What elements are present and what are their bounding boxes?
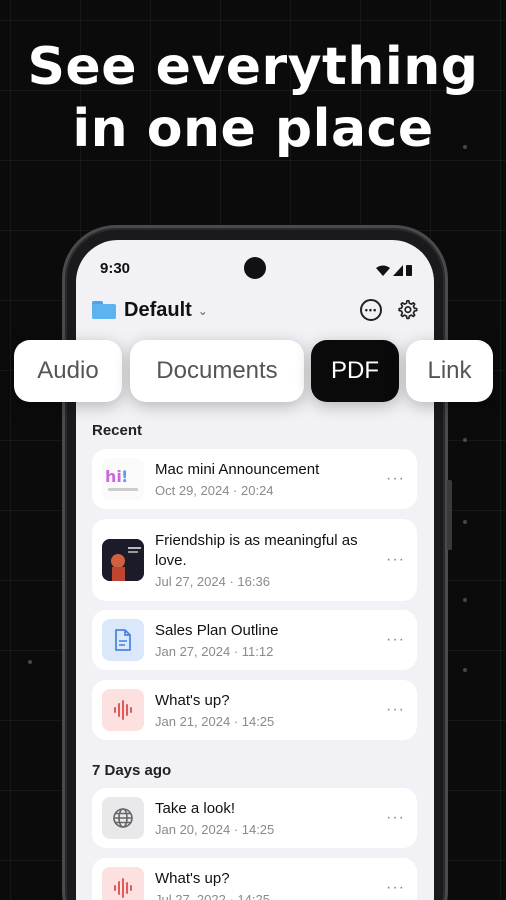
status-time: 9:30 xyxy=(100,260,131,277)
tab-documents[interactable]: Documents xyxy=(130,340,304,402)
grid-dot xyxy=(463,598,467,602)
more-icon[interactable]: ··· xyxy=(386,631,405,649)
item-date: Jan 21, 2024 · 14:25 xyxy=(155,714,275,729)
folder-selector[interactable]: Default xyxy=(124,299,192,322)
headline-line-2: in one place xyxy=(72,99,434,159)
globe-icon xyxy=(102,797,144,839)
item-date: Jul 27, 2024 · 16:36 xyxy=(155,574,270,589)
section-label-recent: Recent xyxy=(92,422,143,439)
item-title: Friendship is as meaningful as love. xyxy=(155,532,358,569)
status-icons xyxy=(376,264,412,276)
header: Default ⌄ ••• xyxy=(92,296,418,324)
tab-pdf[interactable]: PDF xyxy=(311,340,399,402)
item-title: What's up? xyxy=(155,692,230,709)
more-icon[interactable]: ··· xyxy=(386,470,405,488)
phone-side-button xyxy=(447,480,452,550)
headline: See everything in one place xyxy=(0,36,506,160)
chevron-down-icon[interactable]: ⌄ xyxy=(198,304,208,318)
list-item[interactable]: What's up? Jan 21, 2024 · 14:25 ··· xyxy=(92,680,417,740)
list-item[interactable]: Take a look! Jan 20, 2024 · 14:25 ··· xyxy=(92,788,417,848)
item-title: What's up? xyxy=(155,870,230,887)
document-icon xyxy=(102,619,144,661)
image-thumbnail: hi! xyxy=(102,458,144,500)
list-item[interactable]: Friendship is as meaningful as love. Jul… xyxy=(92,519,417,601)
grid-dot xyxy=(28,660,32,664)
item-title: Take a look! xyxy=(155,800,236,817)
header-actions: ••• xyxy=(360,299,418,321)
audio-wave-icon xyxy=(102,867,144,900)
tab-link[interactable]: Link xyxy=(406,340,493,402)
more-icon[interactable]: ··· xyxy=(386,809,405,827)
battery-icon xyxy=(406,265,412,276)
wifi-icon xyxy=(376,265,390,276)
grid-dot xyxy=(463,438,467,442)
item-title: Mac mini Announcement xyxy=(155,461,320,478)
more-icon[interactable]: ··· xyxy=(386,879,405,897)
section-label-7-days-ago: 7 Days ago xyxy=(92,762,172,779)
front-camera xyxy=(244,257,266,279)
item-date: Jul 27, 2022 · 14:25 xyxy=(155,892,270,900)
settings-gear-icon[interactable] xyxy=(396,299,418,321)
more-options-icon[interactable]: ••• xyxy=(360,299,382,321)
phone-screen: 9:30 Default ⌄ ••• Recent hi! Mac mini A… xyxy=(76,240,434,900)
signal-icon xyxy=(393,265,403,276)
headline-line-1: See everything xyxy=(27,37,479,97)
item-date: Oct 29, 2024 · 20:24 xyxy=(155,483,274,498)
svg-text:hi: hi xyxy=(105,467,122,486)
list-item[interactable]: hi! Mac mini Announcement Oct 29, 2024 ·… xyxy=(92,449,417,509)
item-date: Jan 27, 2024 · 11:12 xyxy=(155,644,274,659)
item-date: Jan 20, 2024 · 14:25 xyxy=(155,822,275,837)
video-thumbnail xyxy=(102,539,144,581)
more-icon[interactable]: ··· xyxy=(386,701,405,719)
more-icon[interactable]: ··· xyxy=(386,551,405,569)
grid-dot xyxy=(463,520,467,524)
audio-wave-icon xyxy=(102,689,144,731)
item-title: Sales Plan Outline xyxy=(155,622,279,639)
svg-text:!: ! xyxy=(121,467,128,486)
list-item[interactable]: Sales Plan Outline Jan 27, 2024 · 11:12 … xyxy=(92,610,417,670)
grid-dot xyxy=(463,668,467,672)
folder-icon xyxy=(92,301,116,319)
list-item[interactable]: What's up? Jul 27, 2022 · 14:25 ··· xyxy=(92,858,417,900)
tab-audio[interactable]: Audio xyxy=(14,340,122,402)
